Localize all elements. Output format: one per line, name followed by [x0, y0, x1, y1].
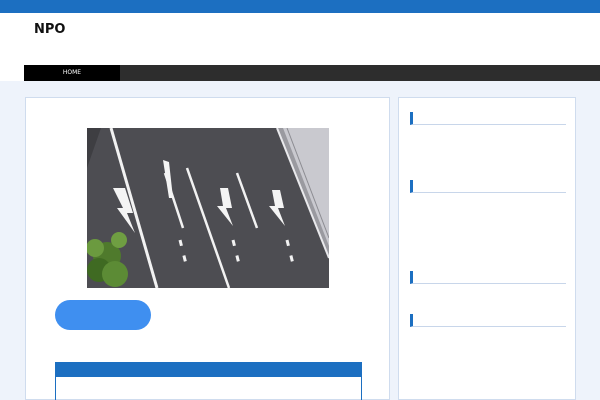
- main-nav: HOME: [24, 65, 600, 81]
- sidebar-link[interactable]: [410, 203, 566, 215]
- nav-item-3[interactable]: [312, 65, 408, 81]
- nav-item-4[interactable]: [408, 65, 504, 81]
- widget-title: [410, 271, 566, 284]
- info-box: [55, 362, 362, 400]
- top-accent-bar: [0, 0, 600, 13]
- sidebar-link[interactable]: [410, 248, 566, 260]
- sidebar-link[interactable]: [410, 233, 566, 245]
- info-box-text: [56, 377, 361, 393]
- sidebar-link[interactable]: [410, 337, 566, 349]
- nav-item-home[interactable]: HOME: [24, 65, 120, 81]
- nav-item-5[interactable]: [504, 65, 600, 81]
- sidebar-link[interactable]: [410, 367, 566, 379]
- sidebar-link[interactable]: [410, 135, 566, 147]
- widget-title: [410, 112, 566, 125]
- widget-title: [410, 180, 566, 193]
- widget-title: [410, 314, 566, 327]
- sidebar: [398, 97, 576, 400]
- sidebar-widget-3: [410, 271, 566, 305]
- sidebar-link[interactable]: [410, 293, 566, 305]
- main-content: [25, 97, 390, 400]
- nav-item-2[interactable]: [216, 65, 312, 81]
- sidebar-link[interactable]: [410, 218, 566, 230]
- nav-item-1[interactable]: [120, 65, 216, 81]
- sidebar-link[interactable]: [410, 159, 566, 171]
- sidebar-link[interactable]: [410, 382, 566, 394]
- site-title[interactable]: NPO: [34, 22, 65, 37]
- sidebar-widget-2: [410, 180, 566, 260]
- sidebar-widget-1: [410, 112, 566, 171]
- info-box-title: [56, 363, 361, 377]
- hero-pill-button[interactable]: [55, 300, 151, 330]
- sidebar-link[interactable]: [410, 352, 566, 364]
- hero-image: [87, 128, 329, 288]
- sidebar-widget-4: [410, 314, 566, 394]
- sidebar-link[interactable]: [410, 147, 566, 159]
